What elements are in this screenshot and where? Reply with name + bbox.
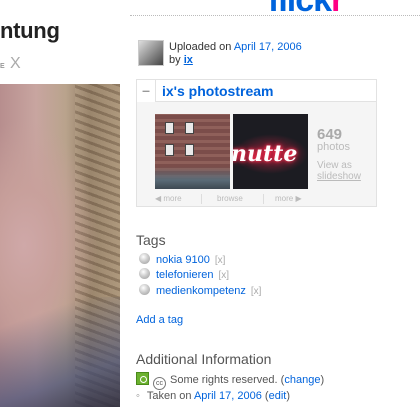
license-text: Some rights reserved. xyxy=(170,374,278,386)
view-as-label: View as xyxy=(317,160,352,171)
photo-texture xyxy=(75,84,120,407)
flickr-logo[interactable]: flickr xyxy=(268,0,344,19)
tag-link[interactable]: nokia 9100 xyxy=(156,254,210,266)
uploaded-prefix: Uploaded on xyxy=(169,41,232,53)
by-prefix: by xyxy=(169,54,181,66)
paren-close: ) xyxy=(320,374,325,386)
logo-text-blue: flick xyxy=(268,0,332,19)
taken-row: ◦ Taken on April 17, 2006 (edit) xyxy=(136,390,291,402)
slideshow-label[interactable]: slideshow xyxy=(317,171,361,182)
remove-tag-button[interactable]: [x] xyxy=(251,286,262,297)
photostream-box: – ix's photostream nutte 649 photos View… xyxy=(136,79,377,207)
upload-date-link[interactable]: April 17, 2006 xyxy=(234,41,302,53)
tag-item: medienkompetenz [x] xyxy=(139,284,261,297)
license-row: cc Some rights reserved. (change) xyxy=(136,372,324,390)
tag-link[interactable]: medienkompetenz xyxy=(156,285,246,297)
edit-date-link[interactable]: edit xyxy=(269,390,287,402)
additional-info-heading: Additional Information xyxy=(136,351,272,367)
photo-title: ntung xyxy=(0,18,60,43)
close-icon[interactable]: X xyxy=(10,55,21,73)
tag-item: telefonieren [x] xyxy=(139,268,229,281)
next-more-button[interactable]: more ▶ xyxy=(275,194,302,203)
nav-divider xyxy=(263,194,264,204)
uploader-line: by ix xyxy=(169,54,193,66)
window-shape xyxy=(185,144,194,156)
prev-more-button[interactable]: ◀ more xyxy=(155,194,182,203)
photostream-title[interactable]: ix's photostream xyxy=(162,83,273,99)
window-shape xyxy=(165,122,174,134)
add-tag-link[interactable]: Add a tag xyxy=(136,314,183,326)
taken-prefix: Taken on xyxy=(146,390,192,402)
tag-icon[interactable] xyxy=(139,268,150,279)
tag-link[interactable]: telefonieren xyxy=(156,269,214,281)
collapse-button[interactable]: – xyxy=(137,80,156,102)
photostream-nav: ◀ more browse more ▶ xyxy=(155,194,311,205)
uploader-link[interactable]: ix xyxy=(184,54,193,66)
window-shape xyxy=(185,122,194,134)
main-photo[interactable] xyxy=(0,84,120,407)
photo-count-unit: photos xyxy=(317,141,351,153)
upload-info: Uploaded on April 17, 2006 xyxy=(169,41,302,53)
creative-commons-icon: cc xyxy=(153,377,166,390)
header-divider xyxy=(155,101,376,102)
tag-icon[interactable] xyxy=(139,284,150,295)
photo-tagline: E xyxy=(0,63,5,70)
thumbnail-building[interactable] xyxy=(155,114,230,189)
nav-divider xyxy=(201,194,202,204)
remove-tag-button[interactable]: [x] xyxy=(215,255,226,266)
neon-sign-text: nutte xyxy=(233,141,298,167)
browse-button[interactable]: browse xyxy=(217,194,243,203)
license-type-icon xyxy=(136,372,149,385)
bullet-icon: ◦ xyxy=(136,390,140,402)
avatar[interactable] xyxy=(138,40,164,66)
slideshow-link[interactable]: View as slideshow xyxy=(317,160,361,182)
tags-heading: Tags xyxy=(136,232,166,248)
tag-item: nokia 9100 [x] xyxy=(139,253,225,266)
logo-text-pink: r xyxy=(331,0,344,19)
window-shape xyxy=(165,144,174,156)
tag-icon[interactable] xyxy=(139,253,150,264)
remove-tag-button[interactable]: [x] xyxy=(219,270,230,281)
photostream-header: – ix's photostream xyxy=(137,80,376,102)
thumbnail-neon-sign[interactable]: nutte xyxy=(233,114,308,189)
taken-date-link[interactable]: April 17, 2006 xyxy=(194,390,262,402)
change-license-link[interactable]: change xyxy=(284,374,320,386)
